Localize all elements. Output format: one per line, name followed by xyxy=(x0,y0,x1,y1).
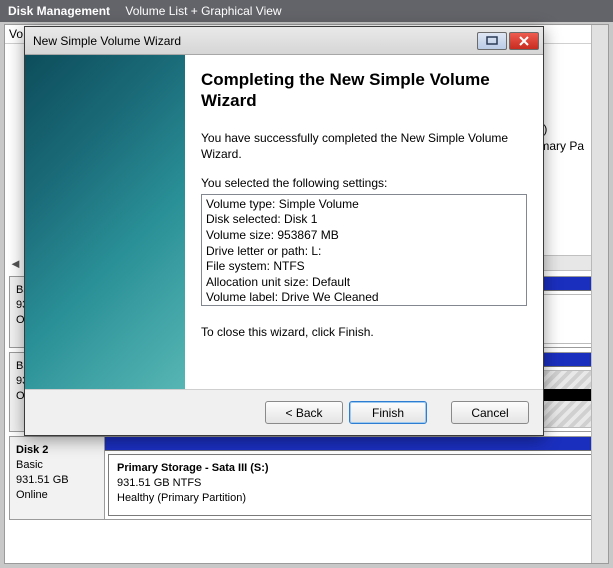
wizard-title-text: New Simple Volume Wizard xyxy=(33,34,475,48)
partition-health: Healthy (Primary Partition) xyxy=(117,491,591,506)
app-title: Disk Management xyxy=(8,4,110,18)
disk2-stripe xyxy=(105,437,603,451)
disk2-info: Disk 2 Basic 931.51 GB Online xyxy=(10,437,105,519)
vertical-scrollbar[interactable] xyxy=(591,25,608,563)
app-header: Disk Management Volume List + Graphical … xyxy=(0,0,613,22)
wizard-heading: Completing the New Simple Volume Wizard xyxy=(201,69,527,112)
settings-label: You selected the following settings: xyxy=(201,176,527,190)
disk2-partition[interactable]: Primary Storage - Sata III (S:) 931.51 G… xyxy=(108,454,600,516)
new-simple-volume-wizard: New Simple Volume Wizard Completing the … xyxy=(24,26,544,436)
back-button[interactable]: < Back xyxy=(265,401,343,424)
view-mode-label: Volume List + Graphical View xyxy=(125,4,281,18)
wizard-close-message: To close this wizard, click Finish. xyxy=(201,325,527,339)
maximize-button[interactable] xyxy=(477,32,507,50)
partition-title: Primary Storage - Sata III (S:) xyxy=(117,461,591,476)
wizard-titlebar[interactable]: New Simple Volume Wizard xyxy=(25,27,543,55)
finish-button[interactable]: Finish xyxy=(349,401,427,424)
settings-listbox[interactable] xyxy=(201,194,527,306)
disk-name: Disk 2 xyxy=(16,443,98,458)
wizard-success-message: You have successfully completed the New … xyxy=(201,130,527,162)
close-button[interactable] xyxy=(509,32,539,50)
wizard-body: Completing the New Simple Volume Wizard … xyxy=(25,55,543,389)
disk-size: 931.51 GB xyxy=(16,473,98,488)
cancel-button[interactable]: Cancel xyxy=(451,401,529,424)
disk-status: Online xyxy=(16,488,98,503)
wizard-footer: < Back Finish Cancel xyxy=(25,389,543,435)
disk-type: Basic xyxy=(16,458,98,473)
wizard-content: Completing the New Simple Volume Wizard … xyxy=(185,55,543,389)
close-icon xyxy=(518,36,530,46)
disk-row-disk2: Disk 2 Basic 931.51 GB Online Primary St… xyxy=(9,436,604,520)
maximize-icon xyxy=(486,36,498,45)
wizard-side-graphic xyxy=(25,55,185,389)
partition-info: 931.51 GB NTFS xyxy=(117,476,591,491)
